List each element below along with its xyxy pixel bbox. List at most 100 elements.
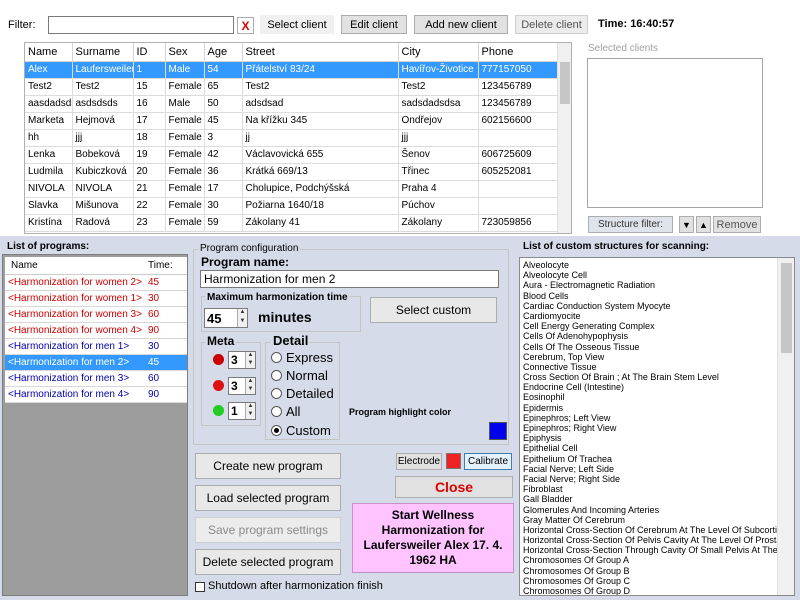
list-item[interactable]: Cross Section Of Brain ; At The Brain St…: [520, 372, 777, 382]
list-item[interactable]: Cells Of Adenohypophysis: [520, 331, 777, 341]
shutdown-checkbox[interactable]: [195, 582, 205, 592]
list-item[interactable]: Cells Of The Osseous Tissue: [520, 342, 777, 352]
selected-clients-list[interactable]: [587, 58, 763, 208]
save-program-button[interactable]: Save program settings: [195, 517, 341, 543]
list-item[interactable]: Glomerules And Incoming Arteries: [520, 505, 777, 515]
table-row[interactable]: Lenka Bobeková 19 Female 42 Václavovická 655 Š…: [25, 146, 558, 164]
table-row[interactable]: Test2 Test2 15 Female 65 Test2 Test2 123456789: [25, 78, 558, 96]
close-button[interactable]: Close: [395, 476, 513, 498]
select-client-button[interactable]: Select client: [260, 15, 334, 34]
list-item[interactable]: Eosinophil: [520, 392, 777, 402]
list-item[interactable]: Endocrine Cell (Intestine): [520, 382, 777, 392]
clients-col-header[interactable]: Phone: [478, 43, 558, 62]
max-time-spin-buttons[interactable]: ▲ ▼: [237, 309, 247, 327]
clear-filter-button[interactable]: X: [237, 17, 254, 34]
list-item[interactable]: Epithelial Cell: [520, 443, 777, 453]
list-item[interactable]: Epithelium Of Trachea: [520, 454, 777, 464]
list-item[interactable]: <Harmonization for women 1> 30: [5, 291, 187, 307]
list-item[interactable]: Cardiomyocite: [520, 311, 777, 321]
list-item[interactable]: <Harmonization for men 3> 60: [5, 371, 187, 387]
clients-col-header[interactable]: Surname: [72, 43, 134, 62]
table-row[interactable]: Kristína Radová 23 Female 59 Zákolany 41 Zákol…: [25, 214, 558, 232]
highlight-color-swatch[interactable]: [489, 422, 507, 440]
move-down-button[interactable]: ▼: [679, 216, 694, 233]
list-item[interactable]: Alveolocyte: [520, 260, 777, 270]
list-item[interactable]: <Harmonization for men 1> 30: [5, 339, 187, 355]
list-item[interactable]: Blood Cells: [520, 291, 777, 301]
remove-button[interactable]: Remove: [713, 216, 761, 233]
table-row[interactable]: Slavka Mišunova 22 Female 30 Požiarna 1640/18…: [25, 197, 558, 215]
list-item[interactable]: Chromosomes Of Group A: [520, 555, 777, 565]
list-item[interactable]: <Harmonization for men 2> 45: [5, 355, 187, 371]
list-item[interactable]: Cerebrum, Top View: [520, 352, 777, 362]
table-row[interactable]: NIVOLA NIVOLA 21 Female 17 Cholupice, Podchýš…: [25, 180, 558, 198]
meta-spinner-2[interactable]: 3 ▲ ▼: [228, 377, 256, 395]
list-item[interactable]: <Harmonization for women 3> 60: [5, 307, 187, 323]
table-row[interactable]: Alex Laufersweiler 1 Male 54 Přátelství 83/24…: [25, 61, 558, 79]
start-harmonization-button[interactable]: Start Wellness Harmonization for Laufers…: [352, 503, 514, 573]
electrode-color-swatch[interactable]: [446, 453, 461, 469]
delete-program-button[interactable]: Delete selected program: [195, 549, 341, 575]
clients-col-header[interactable]: City: [398, 43, 479, 62]
list-item[interactable]: <Harmonization for women 2> 45: [5, 275, 187, 291]
clients-col-header[interactable]: Name: [25, 43, 73, 62]
list-item[interactable]: Epinephros; Left View: [520, 413, 777, 423]
detail-radio-custom[interactable]: [271, 425, 282, 436]
clients-scrollbar[interactable]: [557, 43, 571, 233]
list-item[interactable]: Chromosomes Of Group B: [520, 566, 777, 576]
list-item[interactable]: Facial Nerve; Left Side: [520, 464, 777, 474]
structure-filter-button[interactable]: Structure filter:: [588, 216, 673, 233]
list-item[interactable]: Gall Bladder: [520, 494, 777, 504]
list-item[interactable]: Epidermis: [520, 403, 777, 413]
detail-radio-normal[interactable]: [271, 370, 282, 381]
structures-scrollbar[interactable]: [777, 258, 794, 595]
program-name-input[interactable]: Harmonization for men 2: [200, 270, 499, 288]
table-row[interactable]: aasdadsdsaasdsdsds16Male50adsdsadsadsdad…: [25, 95, 558, 113]
select-custom-button[interactable]: Select custom: [370, 297, 497, 323]
clients-grid[interactable]: Name Surname ID Sex Age Street City Phone Alex L…: [24, 42, 572, 234]
clients-col-header[interactable]: Street: [242, 43, 399, 62]
max-time-spinner[interactable]: 45 ▲ ▼: [204, 308, 248, 328]
list-item[interactable]: Gray Matter Of Cerebrum: [520, 515, 777, 525]
list-item[interactable]: Epinephros; Right View: [520, 423, 777, 433]
table-row[interactable]: Ludmila Kubiczková 20 Female 36 Krátká 669/13…: [25, 163, 558, 181]
table-row[interactable]: hh jjj 18 Female 3 jj jjj: [25, 129, 558, 147]
table-row[interactable]: Marketa Hejmová 17 Female 45 Na křížku 345 Ond…: [25, 112, 558, 130]
spin-up-icon[interactable]: ▲: [238, 309, 247, 318]
spin-down-icon[interactable]: ▼: [238, 318, 247, 327]
list-item[interactable]: Horizontal Cross-Section Through Cavity …: [520, 545, 794, 555]
detail-radio-detailed[interactable]: [271, 388, 282, 399]
detail-radio-express[interactable]: [271, 352, 282, 363]
list-item[interactable]: Epiphysis: [520, 433, 777, 443]
programs-panel[interactable]: Name Time: <Harmonization for women 2> 45…: [2, 254, 188, 596]
clients-col-header[interactable]: ID: [133, 43, 166, 62]
electrode-button[interactable]: Electrode: [396, 453, 442, 470]
create-program-button[interactable]: Create new program: [195, 453, 341, 479]
meta-spinner-1[interactable]: 3 ▲ ▼: [228, 351, 256, 369]
list-item[interactable]: Cell Energy Generating Complex: [520, 321, 777, 331]
calibrate-button[interactable]: Calibrate: [464, 453, 512, 470]
list-item[interactable]: Connective Tissue: [520, 362, 777, 372]
clients-col-header[interactable]: Age: [204, 43, 243, 62]
list-item[interactable]: Facial Nerve; Right Side: [520, 474, 777, 484]
edit-client-button[interactable]: Edit client: [341, 15, 407, 34]
move-up-button[interactable]: ▲: [696, 216, 711, 233]
meta-spinner-3[interactable]: 1 ▲ ▼: [228, 402, 256, 420]
list-item[interactable]: Horizontal Cross-Section Of Cerebrum At …: [520, 525, 794, 535]
detail-radio-all[interactable]: [271, 406, 282, 417]
add-client-button[interactable]: Add new client: [414, 15, 508, 34]
list-item[interactable]: Chromosomes Of Group D: [520, 586, 777, 595]
list-item[interactable]: Fibroblast: [520, 484, 777, 494]
list-item[interactable]: <Harmonization for women 4> 90: [5, 323, 187, 339]
filter-input[interactable]: [48, 16, 234, 34]
load-program-button[interactable]: Load selected program: [195, 485, 341, 511]
list-item[interactable]: Horizontal Cross-Section Of Pelvis Cavit…: [520, 535, 794, 545]
clients-scroll-thumb[interactable]: [560, 62, 570, 104]
structures-scroll-thumb[interactable]: [781, 263, 792, 353]
structures-list[interactable]: Alveolocyte Alveolocyte Cell Aura - Electr…: [519, 257, 795, 596]
delete-client-button[interactable]: Delete client: [515, 15, 588, 34]
list-item[interactable]: Aura - Electromagnetic Radiation: [520, 280, 777, 290]
list-item[interactable]: <Harmonization for men 4> 90: [5, 387, 187, 403]
list-item[interactable]: Alveolocyte Cell: [520, 270, 777, 280]
list-item[interactable]: Cardiac Conduction System Myocyte: [520, 301, 777, 311]
